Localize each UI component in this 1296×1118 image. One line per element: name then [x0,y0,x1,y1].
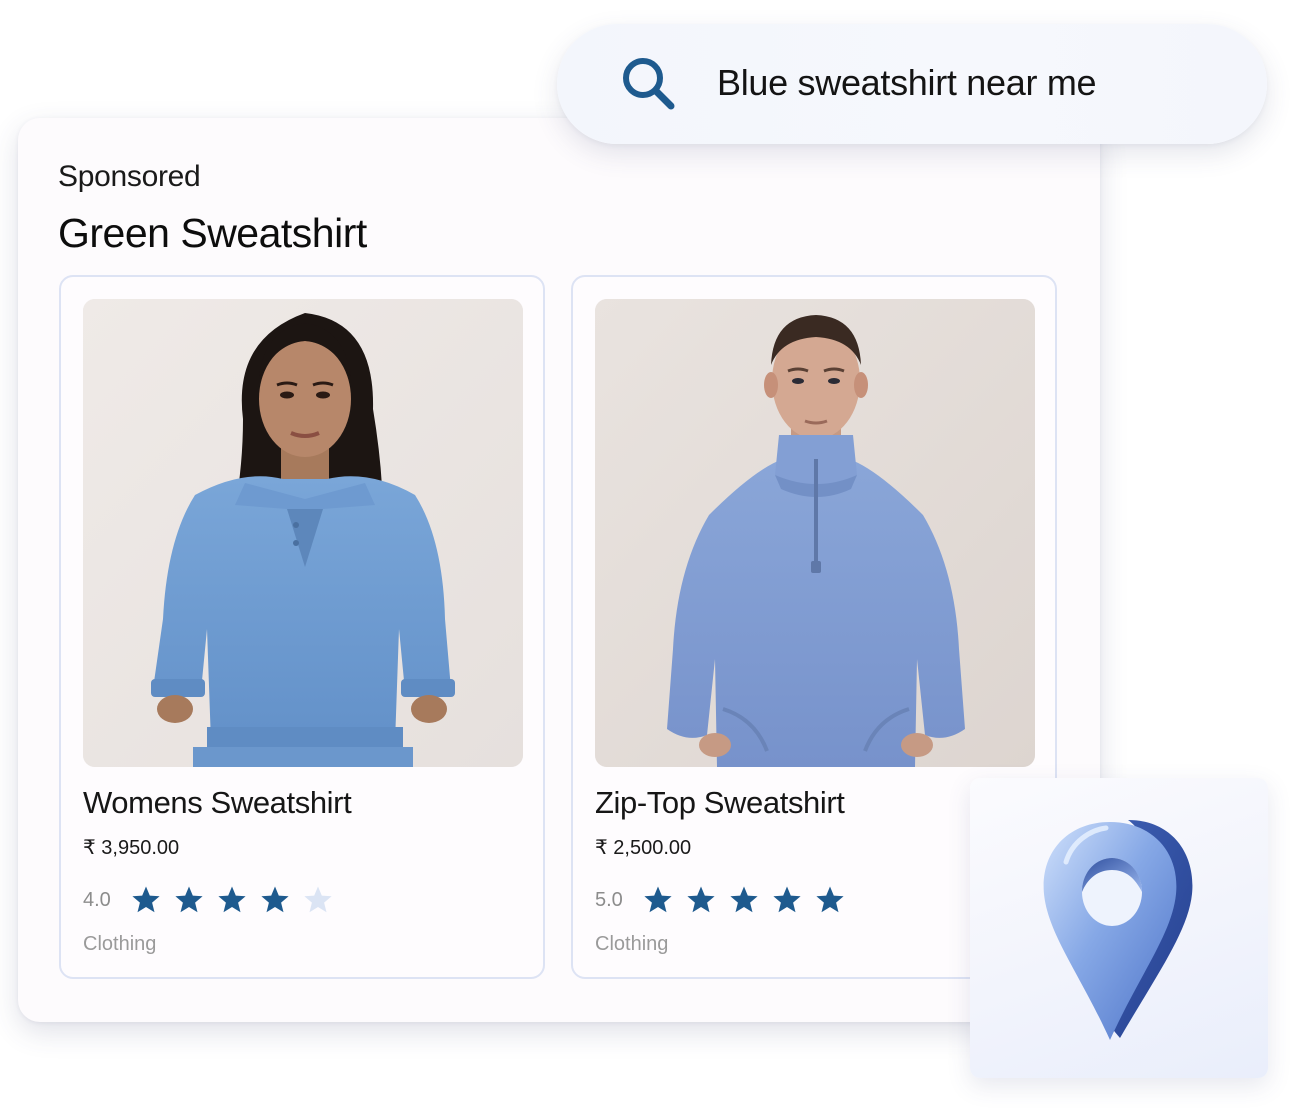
ad-title: Green Sweatshirt [58,210,367,256]
product-price: ₹ 3,950.00 [83,837,180,859]
product-category: Clothing [595,933,669,955]
location-tile [970,778,1268,1078]
product-price: ₹ 2,500.00 [595,837,692,859]
star-filled-icon [687,886,715,913]
product-category: Clothing [83,933,157,955]
product-name[interactable]: Zip-Top Sweatshirt [595,785,845,821]
star-empty-icon [304,886,332,913]
product-name[interactable]: Womens Sweatshirt [83,785,352,821]
rating-value: 5.0 [595,888,623,911]
search-icon[interactable] [619,54,677,112]
rating-stars [643,885,858,915]
search-bar[interactable]: Blue sweatshirt near me [557,24,1267,144]
product-rating: 5.0 [595,883,858,917]
star-filled-icon [730,886,758,913]
search-query[interactable]: Blue sweatshirt near me [717,62,1097,104]
star-filled-icon [816,886,844,913]
product-image-womens-sweatshirt[interactable] [83,299,523,767]
sponsored-label: Sponsored [58,160,201,193]
star-filled-icon [175,886,203,913]
rating-stars [131,885,346,915]
star-filled-icon [132,886,160,913]
star-filled-icon [773,886,801,913]
map-pin-icon [1043,820,1193,1040]
star-filled-icon [644,886,672,913]
product-image-zip-top-sweatshirt[interactable] [595,299,1035,767]
star-filled-icon [261,886,289,913]
sponsored-ad-card: Sponsored Green Sweatshirt Womens Sweats… [18,118,1100,1022]
product-card-womens-sweatshirt[interactable]: Womens Sweatshirt ₹ 3,950.00 4.0 Clothin… [59,275,545,979]
product-rating: 4.0 [83,883,346,917]
rating-value: 4.0 [83,888,111,911]
star-filled-icon [218,886,246,913]
